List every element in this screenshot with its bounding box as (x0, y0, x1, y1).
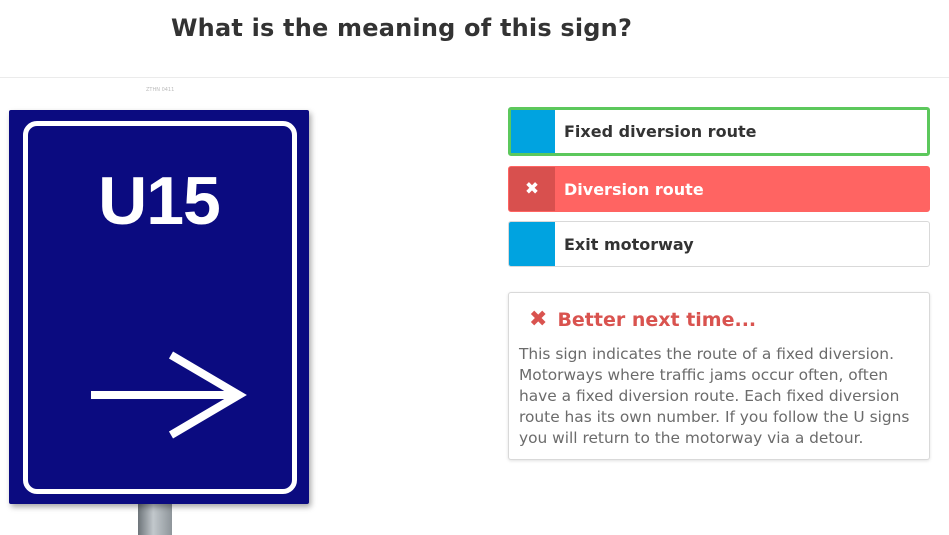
feedback-title: Better next time... (557, 309, 757, 331)
feedback-explanation: This sign indicates the route of a fixed… (519, 345, 910, 447)
option-marker (509, 222, 555, 266)
header: What is the meaning of this sign? (0, 0, 949, 78)
feedback-title-row: ✖ Better next time... (529, 307, 757, 332)
option-marker: ✖ (509, 167, 555, 211)
road-sign: U15 (9, 110, 309, 504)
answer-option-exit-motorway[interactable]: Exit motorway (508, 221, 930, 267)
option-label: Exit motorway (564, 234, 694, 254)
question-title: What is the meaning of this sign? (171, 14, 633, 42)
x-icon: ✖ (524, 178, 540, 199)
x-icon: ✖ (529, 307, 548, 332)
sign-route-number: U15 (98, 163, 221, 239)
image-caption: ZTHN 0411 (146, 87, 175, 93)
answer-option-diversion-route[interactable]: ✖ Diversion route (508, 166, 930, 212)
answer-option-fixed-diversion-route[interactable]: Fixed diversion route (508, 107, 930, 156)
option-label: Diversion route (564, 179, 704, 199)
option-marker (511, 110, 555, 153)
feedback-panel: ✖ Better next time... This sign indicate… (508, 292, 930, 460)
option-label: Fixed diversion route (564, 122, 757, 141)
question-image: U15 (0, 100, 320, 535)
right-arrow-icon (91, 351, 247, 439)
